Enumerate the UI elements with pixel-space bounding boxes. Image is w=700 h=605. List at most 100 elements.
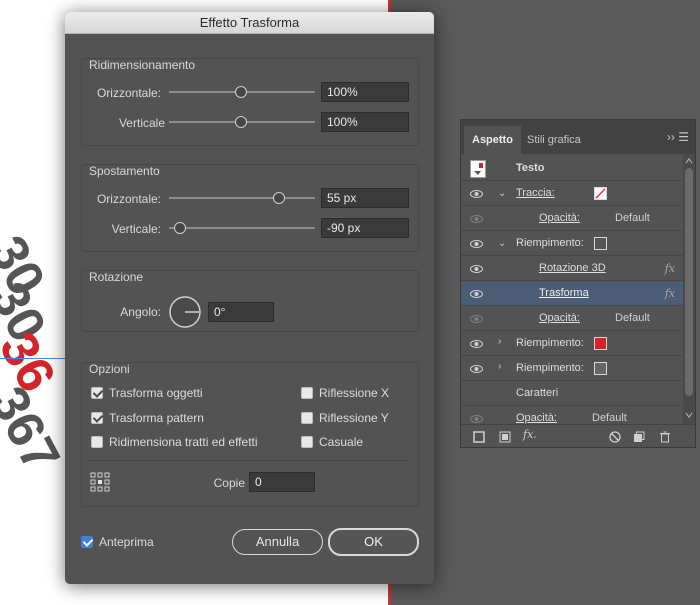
move-vertical-input[interactable]: -90 px [321,218,409,238]
chevron-right-icon[interactable]: › [498,361,501,372]
row-fill[interactable]: ⌄ Riempimento: [461,232,683,256]
row-opacity-value: Default [592,412,627,424]
fill-red-swatch-icon[interactable] [594,337,607,350]
scale-vertical-thumb[interactable] [235,116,247,128]
move-vertical-label: Verticale: [111,222,161,236]
scale-horizontal-label: Orizzontale: [96,86,161,100]
scrollbar-thumb[interactable] [685,168,693,396]
scale-vertical-input[interactable]: 100% [321,112,409,132]
row-fill-gray-label: Riempimento: [516,362,584,374]
move-horizontal-label: Orizzontale: [96,192,161,206]
scroll-up-icon[interactable] [685,158,693,164]
row-rotate-3d-label: Rotazione 3D [539,262,606,274]
checkbox-unchecked-icon [91,436,103,448]
appearance-panel: Aspetto Stili grafica ›› ☰ Testo ⌄ Tracc… [460,119,696,448]
move-horizontal-input[interactable]: 55 px [321,188,409,208]
row-stroke-opacity-value: Default [615,212,650,224]
cancel-button[interactable]: Annulla [232,529,323,555]
copies-input[interactable]: 0 [249,472,315,492]
add-stroke-icon[interactable] [473,431,485,443]
angle-dial-icon[interactable] [168,295,202,329]
row-characters[interactable]: Caratteri [461,382,683,406]
clear-appearance-icon[interactable] [609,431,621,443]
guide-line [0,358,66,359]
eye-icon[interactable] [470,315,483,323]
transform-objects-checkbox[interactable]: Trasforma oggetti [91,386,203,400]
row-fill-red[interactable]: › Riempimento: [461,332,683,356]
eye-icon[interactable] [470,190,483,198]
row-stroke[interactable]: ⌄ Traccia: [461,182,683,206]
checkbox-checked-icon [91,387,103,399]
row-transform[interactable]: Trasforma fx [461,282,683,306]
row-transform-label: Trasforma [539,287,589,299]
row-fill-opacity-value: Default [615,312,650,324]
reflect-y-checkbox[interactable]: Riflessione Y [301,411,389,425]
row-stroke-opacity[interactable]: Opacità: Default [461,207,683,231]
transform-effect-dialog: Effetto Trasforma Ridimensionamento Oriz… [65,12,434,584]
move-vertical-thumb[interactable] [174,222,186,234]
trash-icon[interactable] [659,431,671,443]
row-fill-gray[interactable]: › Riempimento: [461,357,683,381]
row-fill-opacity-label: Opacità: [539,312,580,324]
angle-label: Angolo: [120,305,161,319]
chevron-down-icon[interactable]: ⌄ [498,188,506,199]
reflect-x-label: Riflessione X [319,386,390,400]
scale-strokes-label: Ridimensiona tratti ed effetti [109,435,258,449]
row-fill-opacity[interactable]: Opacità: Default [461,307,683,331]
add-fill-icon[interactable] [499,431,511,443]
scale-strokes-checkbox[interactable]: Ridimensiona tratti ed effetti [91,435,258,449]
panel-scrollbar[interactable] [683,154,695,424]
move-horizontal-slider[interactable] [169,197,315,199]
reflect-y-label: Riflessione Y [319,411,389,425]
row-rotate-3d[interactable]: Rotazione 3D fx [461,257,683,281]
eye-icon[interactable] [470,365,483,373]
checkbox-unchecked-icon [301,387,313,399]
scale-vertical-label: Verticale [118,116,165,130]
row-opacity-label: Opacità: [516,412,557,424]
fill-swatch-icon[interactable] [594,237,607,250]
chevron-right-icon[interactable]: › [498,336,501,347]
random-checkbox[interactable]: Casuale [301,435,363,449]
transform-objects-label: Trasforma oggetti [109,386,203,400]
move-group-title: Spostamento [89,164,160,178]
tab-graphic-styles[interactable]: Stili grafica [519,126,589,154]
add-effect-icon[interactable]: fx. [523,428,537,441]
fx-icon[interactable]: fx [665,262,675,275]
checkbox-unchecked-icon [301,412,313,424]
random-label: Casuale [319,435,364,449]
row-text[interactable]: Testo [461,157,683,181]
options-divider [89,460,409,461]
reflect-x-checkbox[interactable]: Riflessione X [301,386,389,400]
tab-appearance[interactable]: Aspetto [464,126,521,154]
move-horizontal-thumb[interactable] [273,192,285,204]
dialog-title: Effetto Trasforma [65,12,434,34]
eye-icon[interactable] [470,265,483,273]
ok-button[interactable]: OK [328,528,419,556]
scale-horizontal-thumb[interactable] [235,86,247,98]
text-thumbnail-icon [470,160,486,178]
eye-icon[interactable] [470,340,483,348]
duplicate-item-icon[interactable] [633,431,645,443]
stroke-none-swatch-icon[interactable] [594,187,607,200]
row-opacity[interactable]: Opacità: Default [461,407,683,424]
row-fill-label: Riempimento: [516,237,584,249]
row-stroke-opacity-label: Opacità: [539,212,580,224]
eye-icon[interactable] [470,240,483,248]
transform-patterns-checkbox[interactable]: Trasforma pattern [91,411,204,425]
eye-icon[interactable] [470,290,483,298]
fx-icon[interactable]: fx [665,287,675,300]
row-fill-red-label: Riempimento: [516,337,584,349]
eye-icon[interactable] [470,415,483,423]
reference-point-icon[interactable] [90,472,110,492]
eye-icon[interactable] [470,215,483,223]
fill-gray-swatch-icon[interactable] [594,362,607,375]
preview-label: Anteprima [99,535,154,549]
chevron-down-icon[interactable]: ⌄ [498,238,506,249]
scroll-down-icon[interactable] [685,412,693,418]
move-vertical-slider[interactable] [169,227,315,229]
angle-input[interactable]: 0° [208,302,274,322]
preview-checkbox[interactable]: Anteprima [81,535,154,549]
panel-menu-icon[interactable]: ›› ☰ [667,130,689,144]
scale-horizontal-input[interactable]: 100% [321,82,409,102]
transform-patterns-label: Trasforma pattern [109,411,204,425]
